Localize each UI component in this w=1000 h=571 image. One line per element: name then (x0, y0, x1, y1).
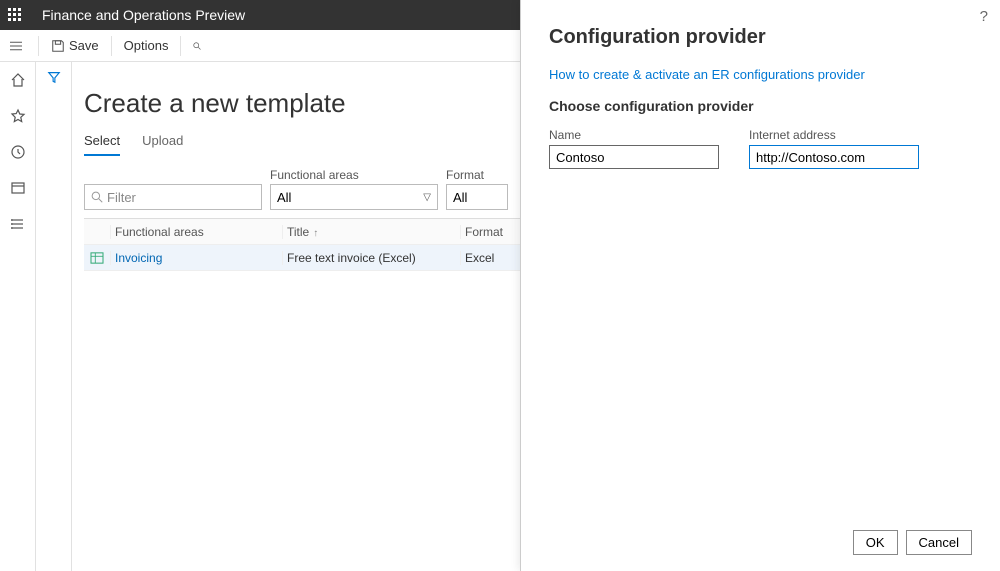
url-field-group: Internet address (749, 128, 919, 169)
separator (111, 36, 112, 56)
nav-toggle-button[interactable] (0, 30, 36, 62)
functional-areas-value: All (277, 190, 291, 205)
app-launcher-icon[interactable] (0, 0, 30, 30)
save-button[interactable]: Save (41, 30, 109, 62)
how-to-link[interactable]: How to create & activate an ER configura… (549, 67, 972, 82)
format-value: All (453, 190, 467, 205)
col-title[interactable]: Title↑ (282, 225, 460, 239)
form-row: Name Internet address (549, 128, 972, 169)
cancel-button[interactable]: Cancel (906, 530, 972, 555)
row-functional-area[interactable]: Invoicing (110, 251, 282, 265)
tab-upload[interactable]: Upload (142, 133, 183, 156)
favorites-icon[interactable] (8, 106, 28, 126)
col-format[interactable]: Format (460, 225, 520, 239)
panel-footer: OK Cancel (549, 530, 972, 555)
name-label: Name (549, 128, 719, 142)
spacer (84, 168, 262, 182)
ok-button[interactable]: OK (853, 530, 898, 555)
action-search-button[interactable] (183, 30, 215, 62)
options-button[interactable]: Options (114, 30, 179, 62)
recent-icon[interactable] (8, 142, 28, 162)
row-title: Free text invoice (Excel) (282, 251, 460, 265)
row-type-icon (84, 252, 110, 264)
internet-address-input[interactable] (749, 145, 919, 169)
separator (180, 36, 181, 56)
separator (38, 36, 39, 56)
panel-title: Configuration provider (549, 26, 972, 49)
options-label: Options (124, 38, 169, 53)
format-select[interactable]: All (446, 184, 508, 210)
col-functional-areas[interactable]: Functional areas (110, 225, 282, 239)
filter-input[interactable]: Filter (84, 184, 262, 210)
filter-placeholder: Filter (107, 190, 136, 205)
help-icon[interactable]: ? (980, 8, 988, 25)
panel-subtitle: Choose configuration provider (549, 98, 972, 114)
format-label: Format (446, 168, 508, 182)
configuration-provider-panel: ? Configuration provider How to create &… (520, 0, 1000, 571)
tab-select[interactable]: Select (84, 133, 120, 156)
sort-asc-icon: ↑ (313, 228, 318, 239)
name-input[interactable] (549, 145, 719, 169)
app-title: Finance and Operations Preview (30, 7, 257, 23)
workspaces-icon[interactable] (8, 178, 28, 198)
filter-pane-toggle[interactable] (36, 62, 72, 571)
home-icon[interactable] (8, 70, 28, 90)
row-format: Excel (460, 251, 520, 265)
save-label: Save (69, 38, 99, 53)
functional-areas-label: Functional areas (270, 168, 438, 182)
name-field-group: Name (549, 128, 719, 169)
modules-icon[interactable] (8, 214, 28, 234)
chevron-down-icon: ▽ (423, 192, 431, 203)
url-label: Internet address (749, 128, 919, 142)
functional-areas-select[interactable]: All ▽ (270, 184, 438, 210)
search-icon (91, 191, 103, 203)
left-nav-rail (0, 62, 36, 571)
